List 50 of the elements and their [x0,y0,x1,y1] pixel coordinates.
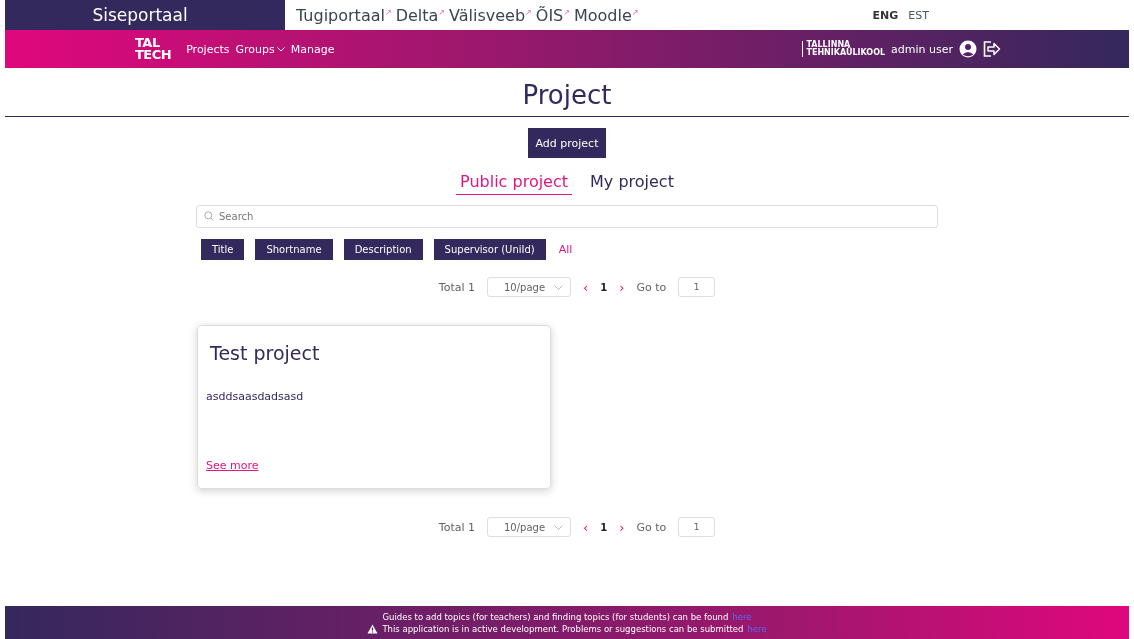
page-number[interactable]: 1 [600,281,608,293]
search-field[interactable]: Search [196,205,938,228]
nav-link[interactable]: Projects [186,42,230,56]
footer-text: This application is in active development. Problems or suggestions can be submitted [382,622,744,635]
logo[interactable]: TAL TECH [135,37,172,61]
filter-button[interactable]: Shortname [255,239,333,260]
portal-link[interactable]: ÕIS$^{↗}$ [535,5,570,25]
filter-button[interactable]: Supervisor (UniId) [433,239,546,260]
portal-link[interactable]: Delta$^{↗}$ [395,5,446,25]
page-size-select[interactable]: 10/page [487,517,571,537]
total-count: Total 1 [438,520,475,534]
portal-link[interactable]: Tugiportaal$^{↗}$ [296,5,392,25]
go-to-label: Go to [636,520,667,534]
university-logo: TALLINNA TEHNIKAÜLIKOOL [802,41,886,57]
portal-title[interactable]: Siseportaal [5,0,285,30]
filter-button[interactable]: Title [201,239,245,260]
footer-text: Guides to add topics (for teachers) and finding topics (for students) can be found [382,610,729,623]
tab[interactable]: Public project [456,172,573,195]
nav-dropdown[interactable]: Groups [235,42,285,56]
user-icon[interactable] [959,40,977,58]
logout-icon[interactable] [983,41,1001,57]
language-link[interactable]: EST [908,8,929,22]
go-to-label: Go to [636,280,667,294]
total-count: Total 1 [438,280,475,294]
user-name: admin user [891,42,953,56]
project-description: asddsaasdadsasd [206,390,305,403]
page-title: Project [5,68,1129,117]
tab[interactable]: My project [586,172,678,195]
caret-icon [554,284,563,290]
nav-link[interactable]: Manage [290,42,335,56]
filter-button[interactable]: Description [343,239,423,260]
previous-page-button[interactable]: ‹ [583,279,589,295]
filter-link[interactable]: All [558,243,573,256]
caret-icon [554,524,563,530]
warning-icon [367,623,379,634]
see-more-link[interactable]: See more [206,459,259,472]
page-size-select[interactable]: 10/page [487,277,571,297]
go-to-field[interactable]: 1 [678,277,716,297]
add-project-button[interactable]: Add project [527,128,607,158]
caret-icon [276,46,285,52]
portal-link[interactable]: Välisveeb$^{↗}$ [449,5,532,25]
language-link[interactable]: ENG [872,8,899,22]
project-title: Test project [209,342,321,364]
previous-page-button[interactable]: ‹ [583,519,589,535]
portal-link[interactable]: Moodle$^{↗}$ [573,5,639,25]
search-icon [204,211,214,221]
page-number[interactable]: 1 [600,521,608,533]
next-page-button[interactable]: › [619,279,625,295]
go-to-field[interactable]: 1 [678,517,716,537]
next-page-button[interactable]: › [619,519,625,535]
